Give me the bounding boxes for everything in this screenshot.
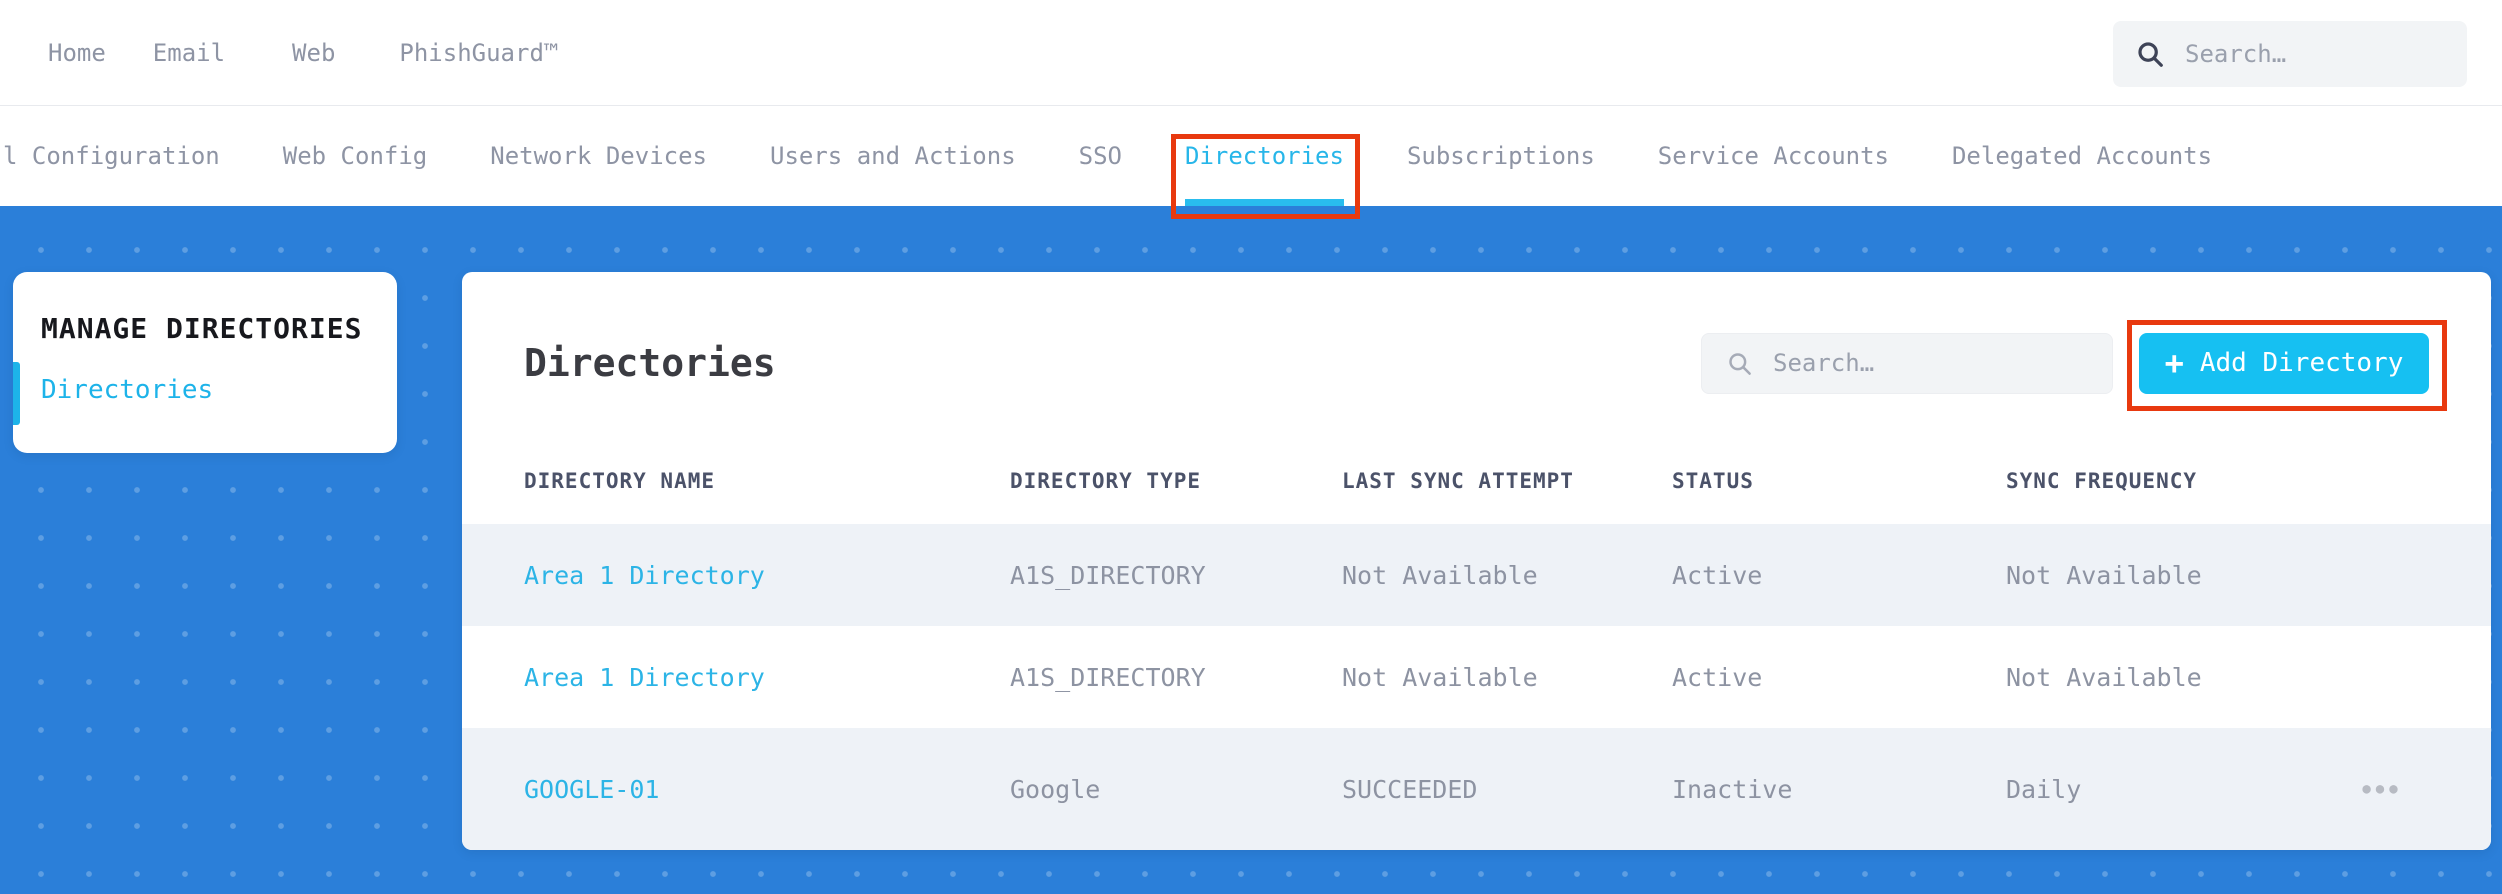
- search-icon: [2138, 42, 2163, 67]
- add-directory-label: Add Directory: [2199, 348, 2404, 378]
- table-row: Area 1 Directory A1S_DIRECTORY Not Avail…: [524, 626, 2429, 728]
- tab-label: Directories: [1185, 142, 1344, 170]
- tab-label: Network Devices: [490, 142, 707, 170]
- app-root: Home Email Web PhishGuard™ l Configurati…: [0, 0, 2502, 894]
- status-cell: Inactive: [1672, 774, 1793, 804]
- directories-table: DIRECTORY NAME DIRECTORY TYPE LAST SYNC …: [462, 394, 2491, 850]
- column-header-directory-name: DIRECTORY NAME: [524, 469, 716, 493]
- nav-item-web[interactable]: Web: [292, 39, 335, 67]
- sidebar-item-directories[interactable]: Directories: [41, 375, 397, 405]
- sync-frequency-cell: Not Available: [2006, 662, 2202, 692]
- manage-directories-card: MANAGE DIRECTORIES Directories: [13, 272, 397, 453]
- directory-name-link[interactable]: GOOGLE-01: [524, 775, 1010, 804]
- directories-search-input[interactable]: [1773, 349, 2044, 377]
- tab-label: SSO: [1078, 142, 1122, 170]
- directory-type-cell: A1S_DIRECTORY: [1010, 662, 1206, 692]
- row-menu-cell: ●●●: [2336, 782, 2429, 796]
- card-header-actions: + Add Directory: [1701, 319, 2447, 411]
- tab-sso[interactable]: SSO: [1079, 106, 1122, 206]
- status-cell: Active: [1672, 560, 1763, 590]
- column-header-last-sync-attempt: LAST SYNC ATTEMPT: [1342, 469, 1574, 493]
- last-sync-cell: SUCCEEDED: [1342, 774, 1478, 804]
- column-header-status: STATUS: [1672, 469, 1754, 493]
- tab-label: Web Config: [282, 142, 428, 170]
- sidebar-active-indicator: [13, 362, 20, 425]
- sidebar-card-title: MANAGE DIRECTORIES: [41, 312, 363, 345]
- table-header-row: DIRECTORY NAME DIRECTORY TYPE LAST SYNC …: [524, 438, 2429, 524]
- column-header-sync-frequency: SYNC FREQUENCY: [2006, 469, 2198, 493]
- nav-item-home[interactable]: Home: [48, 39, 106, 67]
- tab-network-devices[interactable]: Network Devices: [490, 106, 707, 206]
- status-cell: Active: [1672, 662, 1763, 692]
- tab-label: l Configuration: [3, 142, 220, 170]
- tab-service-accounts[interactable]: Service Accounts: [1658, 106, 1889, 206]
- last-sync-cell: Not Available: [1342, 662, 1538, 692]
- directory-name-link[interactable]: Area 1 Directory: [524, 561, 1010, 590]
- sync-frequency-cell: Not Available: [2006, 560, 2202, 590]
- tab-label: Subscriptions: [1406, 142, 1595, 170]
- row-actions-menu-icon[interactable]: ●●●: [2362, 782, 2402, 796]
- table-row: GOOGLE-01 Google SUCCEEDED Inactive Dail…: [462, 728, 2491, 850]
- add-directory-button[interactable]: + Add Directory: [2139, 332, 2429, 394]
- directories-card-header: Directories + Add Directory: [524, 319, 2447, 411]
- search-icon: [1729, 352, 1751, 375]
- tab-label: Delegated Accounts: [1951, 142, 2213, 170]
- tab-label: Service Accounts: [1657, 142, 1889, 170]
- tab-subscriptions[interactable]: Subscriptions: [1407, 106, 1595, 206]
- active-tab-underline: [1185, 199, 1344, 206]
- directory-name-link[interactable]: Area 1 Directory: [524, 663, 1010, 692]
- tab-directories[interactable]: Directories: [1171, 106, 1360, 219]
- section-tab-bar: l Configuration Web Config Network Devic…: [0, 106, 2502, 219]
- directories-card: Directories + Add Directory: [462, 272, 2491, 850]
- add-directory-wrap: + Add Directory: [2127, 319, 2447, 411]
- directories-search[interactable]: [1701, 332, 2113, 394]
- column-header-directory-type: DIRECTORY TYPE: [1010, 469, 1202, 493]
- sync-frequency-cell: Daily: [2006, 774, 2082, 804]
- global-search[interactable]: [2113, 21, 2467, 87]
- page-title: Directories: [524, 341, 776, 385]
- top-nav-bar: Home Email Web PhishGuard™: [0, 0, 2502, 106]
- tab-web-config[interactable]: Web Config: [283, 106, 428, 206]
- directory-type-cell: A1S_DIRECTORY: [1010, 560, 1206, 590]
- nav-item-email[interactable]: Email: [153, 39, 225, 67]
- top-nav: Home Email Web PhishGuard™: [0, 39, 558, 67]
- tab-label: Users and Actions: [770, 142, 1016, 170]
- global-search-input[interactable]: [2185, 40, 2418, 68]
- nav-item-phishguard[interactable]: PhishGuard™: [399, 39, 558, 67]
- plus-icon: +: [2164, 344, 2184, 382]
- last-sync-cell: Not Available: [1342, 560, 1538, 590]
- tab-users-and-actions[interactable]: Users and Actions: [770, 106, 1016, 206]
- table-row: Area 1 Directory A1S_DIRECTORY Not Avail…: [462, 524, 2491, 626]
- directory-type-cell: Google: [1010, 774, 1101, 804]
- tab-email-configuration[interactable]: l Configuration: [3, 106, 220, 206]
- tab-delegated-accounts[interactable]: Delegated Accounts: [1952, 106, 2212, 206]
